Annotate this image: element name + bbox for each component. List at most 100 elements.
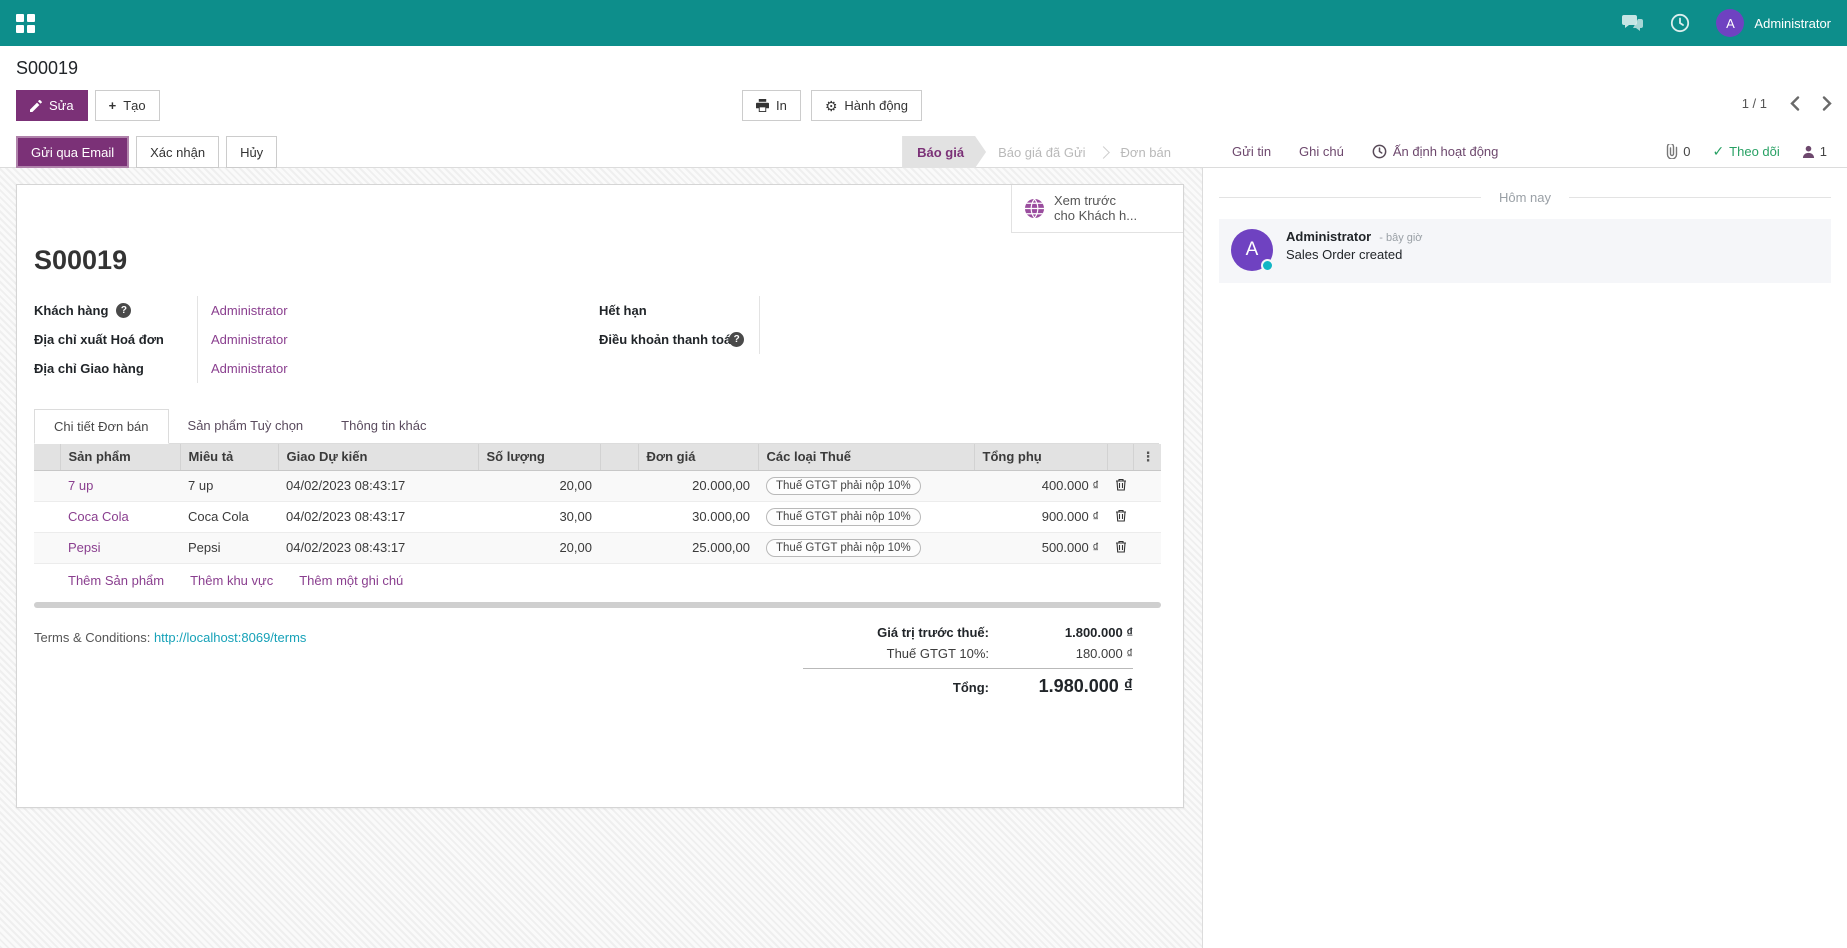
printer-icon [756,99,769,112]
create-button[interactable]: + Tạo [95,90,160,121]
expiration-value[interactable] [759,296,1159,325]
order-totals: Giá trị trước thuế: 1.800.000 ₫ Thuế GTG… [803,622,1133,700]
untaxed-amount-label: Giá trị trước thuế: [803,625,1013,640]
qty-column-header[interactable]: Số lượng [478,444,600,470]
notebook-tabs: Chi tiết Đơn bán Sản phẩm Tuỳ chọn Thông… [34,409,1159,444]
unit-price-column-header[interactable]: Đơn giá [638,444,758,470]
pager-next-button[interactable] [1822,96,1833,111]
description-column-header[interactable]: Miêu tả [180,444,278,470]
product-link[interactable]: Coca Cola [68,509,129,524]
paperclip-icon [1665,144,1678,159]
statusbar-step-sales-order[interactable]: Đơn bán [1109,136,1183,168]
send-by-email-button[interactable]: Gửi qua Email [16,136,129,168]
table-row[interactable]: Pepsi Pepsi 04/02/2023 08:43:17 20,00 25… [34,532,1161,563]
send-message-button[interactable]: Gửi tin [1232,144,1271,159]
table-row[interactable]: Coca Cola Coca Cola 04/02/2023 08:43:17 … [34,501,1161,532]
subtotal-cell: 900.000 ₫ [974,501,1107,532]
chatter-toolbar: Gửi tin Ghi chú Ấn định hoạt động 0 ✓ Th… [1202,134,1847,168]
field-expiration: Hết hạn [599,296,1159,325]
apps-menu-icon[interactable] [16,14,35,33]
taxes-column-header[interactable]: Các loại Thuế [758,444,974,470]
payment-terms-value[interactable] [759,325,1159,354]
unit-price-cell: 30.000,00 [638,501,758,532]
add-product-link[interactable]: Thêm Sản phẩm [68,573,164,588]
tax-amount-label: Thuế GTGT 10%: [803,646,1013,661]
subtotal-column-header[interactable]: Tổng phụ [974,444,1107,470]
qty-cell: 20,00 [478,532,600,563]
product-link[interactable]: Pepsi [68,540,101,555]
check-icon: ✓ [1712,143,1724,160]
terms-and-conditions: Terms & Conditions: http://localhost:806… [34,622,306,645]
tax-badge: Thuế GTGT phải nộp 10% [766,508,921,526]
message-author[interactable]: Administrator [1286,229,1371,244]
table-footer-links: Thêm Sản phẩm Thêm khu vực Thêm một ghi … [34,563,1161,594]
delivery-column-header[interactable]: Giao Dự kiến [278,444,478,470]
table-row[interactable]: 7 up 7 up 04/02/2023 08:43:17 20,00 20.0… [34,470,1161,501]
messages-icon[interactable] [1622,14,1644,32]
description-cell: Coca Cola [180,501,278,532]
customer-preview-line1: Xem trước [1054,193,1116,208]
delivery-cell: 04/02/2023 08:43:17 [278,532,478,563]
follow-button[interactable]: ✓ Theo dõi [1712,143,1779,160]
tab-optional-products[interactable]: Sản phẩm Tuỳ chọn [169,409,323,443]
add-section-link[interactable]: Thêm khu vực [190,573,273,588]
date-divider-label: Hôm nay [1481,190,1569,205]
tax-amount-row: Thuế GTGT 10%: 180.000 ₫ [803,643,1133,664]
user-menu[interactable]: A Administrator [1716,9,1831,37]
total-amount-row: Tổng: 1.980.000 ₫ [803,668,1133,700]
add-note-link[interactable]: Thêm một ghi chú [299,573,403,588]
delete-line-button[interactable] [1115,540,1127,553]
total-amount-label: Tổng: [803,680,1013,695]
delivery-address-label: Địa chỉ Giao hàng [34,361,144,376]
qty-cell: 30,00 [478,501,600,532]
delete-line-button[interactable] [1115,478,1127,491]
help-question-icon: ? [116,303,131,318]
statusbar: Báo giá Báo giá đã Gửi Đơn bán [902,136,1183,168]
gear-icon: ⚙ [825,99,838,113]
payment-terms-label: Điều khoản thanh toá [599,332,731,347]
description-cell: 7 up [180,470,278,501]
tab-order-lines[interactable]: Chi tiết Đơn bán [34,409,169,444]
pager-previous-button[interactable] [1789,96,1800,111]
log-note-button[interactable]: Ghi chú [1299,144,1344,159]
activity-clock-icon[interactable] [1670,13,1690,33]
delete-line-button[interactable] [1115,509,1127,522]
tab-other-info[interactable]: Thông tin khác [322,409,445,443]
optional-columns-icon[interactable]: ⋮ [1133,444,1161,470]
chatter-message[interactable]: A Administrator - bây giờ Sales Order cr… [1219,219,1831,283]
terms-link[interactable]: http://localhost:8069/terms [154,630,306,645]
untaxed-amount-row: Giá trị trước thuế: 1.800.000 ₫ [803,622,1133,643]
statusbar-step-quotation-sent[interactable]: Báo giá đã Gửi [986,136,1097,168]
customer-preview-button[interactable]: Xem trước cho Khách h... [1011,185,1183,233]
action-button[interactable]: ⚙ Hành động [811,90,922,121]
edit-button[interactable]: Sửa [16,90,88,121]
pager-count: 1 / 1 [1742,96,1767,111]
top-navbar: A Administrator [0,0,1847,46]
horizontal-scrollbar[interactable] [34,602,1161,608]
customer-link[interactable]: Administrator [211,303,288,318]
qty-cell: 20,00 [478,470,600,501]
online-status-dot [1261,259,1274,272]
confirm-button[interactable]: Xác nhận [136,136,219,168]
invoice-address-link[interactable]: Administrator [211,332,288,347]
cancel-button[interactable]: Hủy [226,136,277,168]
untaxed-amount-value: 1.800.000 ₫ [1013,625,1133,640]
print-button[interactable]: In [742,90,801,121]
message-avatar: A [1231,229,1273,271]
product-link[interactable]: 7 up [68,478,93,493]
sheet: Xem trước cho Khách h... S00019 Khách hà… [16,184,1184,808]
order-title: S00019 [34,245,1159,276]
product-column-header[interactable]: Sản phẩm [60,444,180,470]
statusbar-step-quotation[interactable]: Báo giá [902,136,986,168]
delivery-address-link[interactable]: Administrator [211,361,288,376]
tax-badge: Thuế GTGT phải nộp 10% [766,539,921,557]
pager: 1 / 1 [1742,96,1833,111]
invoice-address-label: Địa chỉ xuất Hoá đơn [34,332,164,347]
order-lines-table: Sản phẩm Miêu tả Giao Dự kiến Số lượng Đ… [34,444,1161,563]
subtotal-cell: 400.000 ₫ [974,470,1107,501]
schedule-activity-button[interactable]: Ấn định hoạt động [1372,144,1499,159]
follower-count: 1 [1820,144,1827,159]
attachments-button[interactable]: 0 [1665,144,1690,159]
followers-button[interactable]: 1 [1802,144,1827,159]
chevron-right-icon [1822,96,1833,111]
